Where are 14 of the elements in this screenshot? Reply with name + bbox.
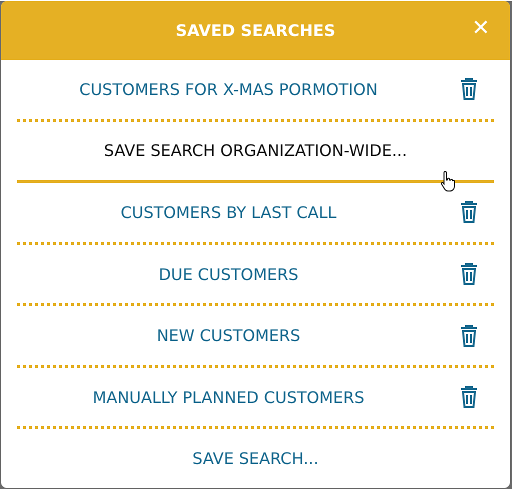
trash-icon[interactable] <box>460 324 478 347</box>
trash-icon[interactable] <box>460 386 478 408</box>
action-link[interactable]: SAVE SEARCH ORGANIZATION-WIDE... <box>17 137 494 164</box>
saved-search-link[interactable]: NEW CUSTOMERS <box>25 322 432 350</box>
saved-search-link[interactable]: CUSTOMERS BY LAST CALL <box>25 198 432 226</box>
action-link[interactable]: SAVE SEARCH... <box>17 445 494 472</box>
trash-icon[interactable] <box>460 263 478 286</box>
trash-icon[interactable] <box>460 78 478 100</box>
saved-search-link[interactable]: MANUALLY PLANNED CUSTOMERS <box>25 384 432 411</box>
saved-search-link[interactable]: CUSTOMERS FOR X-MAS PORMOTION <box>25 76 432 103</box>
trash-icon[interactable] <box>460 201 478 224</box>
saved-search-link[interactable]: DUE CUSTOMERS <box>25 260 432 288</box>
dialog-title: SAVED SEARCHES <box>176 21 336 40</box>
hand-cursor-icon <box>440 170 456 192</box>
